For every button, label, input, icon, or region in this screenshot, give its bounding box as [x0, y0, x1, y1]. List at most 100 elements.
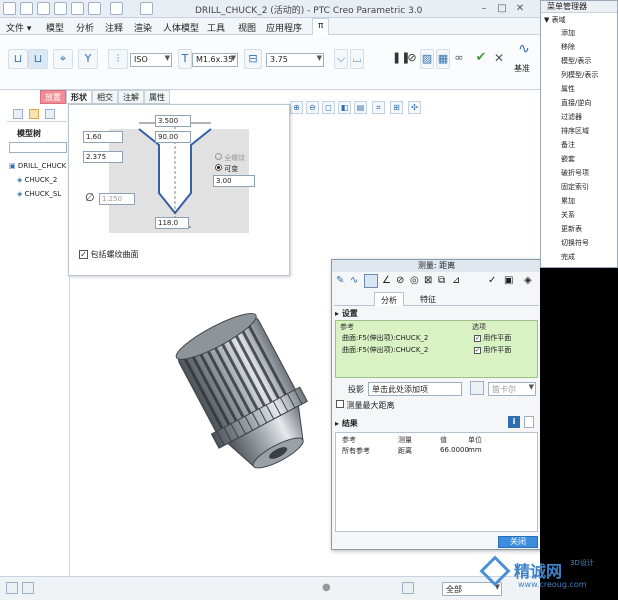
checkbox-checked[interactable]: ✓	[79, 250, 88, 259]
maximize-button[interactable]: □	[496, 3, 508, 15]
dim-thread-depth[interactable]: 3.00	[213, 175, 255, 187]
collapse-icon[interactable]: ◈	[524, 275, 532, 286]
dim-hole-diameter[interactable]: 1.250	[99, 193, 135, 205]
mm-dash-item[interactable]: 破折号项	[561, 168, 589, 178]
close-button[interactable]: ✕	[514, 3, 526, 15]
display-style-icon[interactable]: ◧	[338, 101, 351, 114]
no-preview-icon[interactable]: ⊘	[406, 49, 418, 69]
mm-add[interactable]: 添加	[561, 28, 575, 38]
tab-applications[interactable]: 应用程序	[266, 21, 302, 34]
standard-hole-icon[interactable]: ⊔	[28, 49, 48, 69]
thread-type-icon[interactable]: ⫶	[108, 49, 128, 69]
info-icon[interactable]: i	[508, 416, 520, 428]
radio-variable[interactable]: 可变	[215, 164, 238, 174]
distance-icon[interactable]: ✎	[336, 275, 344, 286]
tab-file[interactable]: 文件 ▾	[6, 21, 31, 34]
angle-icon[interactable]: ∠	[382, 275, 391, 286]
subtab-placement[interactable]: 放置	[40, 90, 66, 104]
mm-sort-region[interactable]: 排序区域	[561, 126, 589, 136]
dim-tip-angle[interactable]: 118.0	[155, 217, 189, 229]
tab-pi[interactable]: π	[312, 18, 330, 35]
check-icon[interactable]: ✓	[488, 275, 496, 286]
new-icon[interactable]	[20, 2, 33, 15]
simple-hole-icon[interactable]: ⊔	[8, 49, 28, 69]
zoom-in-icon[interactable]: ⊕	[290, 101, 303, 114]
tab-annotate[interactable]: 注释	[105, 21, 123, 34]
reference-row-1[interactable]: 曲面:F5(伸出项):CHUCK_2	[342, 333, 428, 343]
app-icon[interactable]	[3, 2, 16, 15]
radio-full-thread[interactable]: 全螺纹	[215, 153, 245, 163]
distance-active-icon[interactable]	[364, 274, 378, 288]
mm-attributes[interactable]: 属性	[561, 84, 575, 94]
tapped-icon[interactable]: ⌖	[53, 49, 73, 69]
mm-fix-index[interactable]: 固定索引	[561, 182, 589, 192]
mm-direct-reverse[interactable]: 直接/逆向	[561, 98, 591, 108]
settings-section[interactable]: ▸ 设置	[335, 308, 538, 319]
preview-icon[interactable]: ▨	[420, 49, 434, 69]
navigator-toggle-icon[interactable]	[6, 582, 18, 594]
drill-chuck-model[interactable]	[170, 300, 330, 500]
save-measure-icon[interactable]: ▣	[504, 275, 513, 286]
minimize-button[interactable]: –	[478, 3, 490, 15]
depth-option-icon[interactable]: ⊟	[244, 49, 262, 69]
menu-manager-header[interactable]: ▼ 表域	[544, 15, 566, 25]
pause-icon[interactable]: ❚❚	[392, 49, 410, 69]
tab-manikin[interactable]: 人体模型	[163, 21, 199, 34]
tree-item-chuck2[interactable]: ◈ CHUCK_2	[17, 176, 57, 184]
mm-remove[interactable]: 移除	[561, 42, 575, 52]
datum-display-icon[interactable]: ⌗	[372, 101, 385, 114]
ok-icon[interactable]: ✔	[474, 49, 488, 69]
mm-relations[interactable]: 关系	[561, 210, 575, 220]
mm-model-rep[interactable]: 模型/表示	[561, 56, 591, 66]
repaint-icon[interactable]: ◻	[322, 101, 335, 114]
max-distance-option[interactable]: 测量最大距离	[336, 400, 395, 411]
folder-tab-icon[interactable]	[29, 109, 39, 119]
open-icon[interactable]	[37, 2, 50, 15]
volume-icon[interactable]: ⊠	[424, 275, 432, 286]
window-icon[interactable]	[140, 2, 153, 15]
subtab-intersect[interactable]: 相交	[92, 90, 118, 104]
screw-size-select[interactable]: M1.6x.35 ▼	[192, 53, 238, 67]
datum-label[interactable]: 基准	[514, 63, 530, 74]
tree-item-root[interactable]: ▣ DRILL_CHUCK	[9, 162, 66, 170]
reference-option-2[interactable]: ✓ 用作平面	[474, 345, 511, 355]
counterbore-icon[interactable]: ⌴	[350, 49, 364, 69]
tab-view[interactable]: 视图	[238, 21, 256, 34]
mm-filter[interactable]: 过滤器	[561, 112, 582, 122]
mm-list-model-rep[interactable]: 列模型/表示	[561, 70, 598, 80]
mm-notes[interactable]: 备注	[561, 140, 575, 150]
tree-search-input[interactable]	[9, 142, 67, 153]
depth-input[interactable]: 3.75 ▼	[266, 53, 324, 67]
countersink-icon[interactable]: ⌵	[334, 49, 348, 69]
redo-icon[interactable]	[88, 2, 101, 15]
tab-render[interactable]: 渲染	[134, 21, 152, 34]
annotation-display-icon[interactable]: ⊞	[390, 101, 403, 114]
favorites-tab-icon[interactable]	[45, 109, 55, 119]
regenerate-icon[interactable]	[110, 2, 123, 15]
spin-center-icon[interactable]: ✣	[408, 101, 421, 114]
tab-tools[interactable]: 工具	[207, 21, 225, 34]
subtab-shape[interactable]: 形状	[66, 90, 92, 104]
length-icon[interactable]: ∿	[350, 275, 358, 286]
mm-nest[interactable]: 嵌套	[561, 154, 575, 164]
dim-hole-depth[interactable]: 2.375	[83, 151, 123, 163]
tab-feature-measure[interactable]: 特征	[420, 294, 436, 305]
tab-model[interactable]: 模型	[46, 21, 64, 34]
saved-views-icon[interactable]: ▤	[354, 101, 367, 114]
mm-accumulate[interactable]: 累加	[561, 196, 575, 206]
projection-input[interactable]: 单击此处添加项	[368, 382, 462, 396]
datum-curve-icon[interactable]: ∿	[512, 41, 536, 63]
smart-select-icon[interactable]	[402, 582, 414, 594]
diameter-measure-icon[interactable]: ⊘	[396, 275, 404, 286]
verify-icon[interactable]: ▦	[436, 49, 450, 69]
mm-update-table[interactable]: 更新表	[561, 224, 582, 234]
save-icon[interactable]	[54, 2, 67, 15]
tree-item-chucksl[interactable]: ◈ CHUCK_SL	[17, 190, 61, 198]
summary-icon[interactable]: ⊿	[452, 275, 460, 286]
undo-icon[interactable]	[71, 2, 84, 15]
report-icon[interactable]	[524, 416, 534, 428]
dim-countersink-depth[interactable]: 1.60	[83, 131, 123, 143]
coordinate-select[interactable]: 笛卡尔 ▼	[488, 382, 536, 396]
browser-toggle-icon[interactable]	[22, 582, 34, 594]
dim-countersink-angle[interactable]: 90.00	[155, 131, 191, 143]
